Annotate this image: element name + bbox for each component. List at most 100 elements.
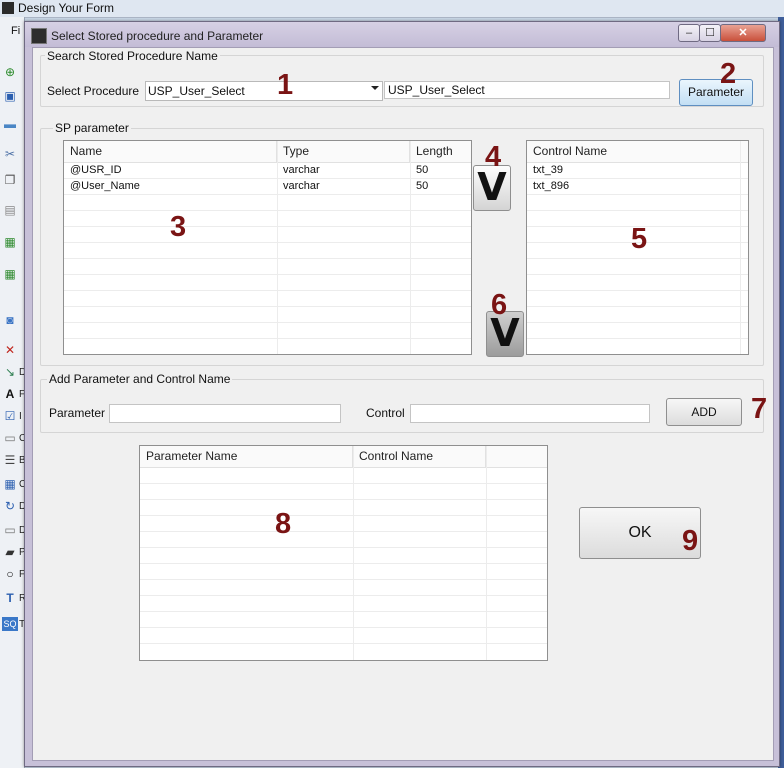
cut-icon[interactable]: ✂: [2, 147, 18, 161]
table-row: [527, 291, 748, 307]
add-button[interactable]: ADD: [666, 398, 742, 426]
table-row: [527, 259, 748, 275]
table-row: [140, 628, 547, 644]
param-type-cell: varchar: [283, 180, 320, 192]
table-row: [64, 275, 471, 291]
add-control-2-icon[interactable]: ▦: [2, 267, 18, 281]
table-row[interactable]: txt_39: [527, 163, 748, 179]
param-length-cell: 50: [416, 180, 429, 192]
column-header-parameter-name[interactable]: Parameter Name: [140, 446, 353, 467]
callout-number: 4: [485, 141, 502, 173]
column-header-type[interactable]: Type: [277, 141, 410, 162]
pointer-icon[interactable]: ↘: [2, 365, 18, 379]
procedure-combo[interactable]: USP_User_Select: [145, 81, 383, 101]
new-icon[interactable]: ⊕: [2, 65, 18, 79]
close-button[interactable]: ✕: [720, 24, 766, 42]
procedure-name-field[interactable]: USP_User_Select: [384, 81, 670, 99]
parameter-field-label: Parameter: [49, 406, 106, 420]
sp-parameter-label: SP parameter: [53, 121, 131, 135]
table-row: [140, 516, 547, 532]
callout-number: 8: [275, 508, 292, 540]
table-row: [140, 548, 547, 564]
param-name-cell: @User_Name: [70, 180, 140, 192]
select-procedure-label: Select Procedure: [47, 84, 140, 98]
control-name-cell: txt_896: [533, 180, 570, 192]
add-control-icon[interactable]: ▦: [2, 235, 18, 249]
column-header-name[interactable]: Name: [64, 141, 277, 162]
minimize-button[interactable]: ‒: [678, 24, 700, 42]
callout-number: 1: [277, 69, 294, 101]
app-icon: [2, 2, 14, 14]
callout-number: 6: [491, 289, 508, 321]
database-icon[interactable]: ◙: [2, 313, 18, 327]
chevron-down-icon[interactable]: [371, 86, 379, 90]
copy-icon[interactable]: ❐: [2, 173, 18, 187]
select-sp-dialog: Select Stored procedure and Parameter ‒ …: [24, 21, 780, 767]
delete-icon[interactable]: ✕: [2, 343, 18, 357]
sql-tool-icon[interactable]: SQ: [2, 617, 18, 631]
table-row: [140, 484, 547, 500]
callout-number: 3: [170, 211, 187, 243]
mapping-table[interactable]: Parameter Name Control Name: [139, 445, 548, 661]
table-row: [140, 596, 547, 612]
checkbox-tool-icon[interactable]: ☑: [2, 409, 18, 423]
search-group-label: Search Stored Procedure Name: [45, 49, 220, 63]
dialog-app-icon: [31, 28, 47, 44]
param-length-cell: 50: [416, 164, 429, 176]
parameter-button[interactable]: Parameter: [679, 79, 753, 106]
param-name-cell: @USR_ID: [70, 164, 122, 176]
callout-number: 7: [751, 393, 768, 425]
panel-tool-icon[interactable]: ▭: [2, 523, 18, 537]
table-row: [140, 500, 547, 516]
table-row: [64, 291, 471, 307]
dialog-title: Select Stored procedure and Parameter: [51, 29, 264, 43]
param-type-cell: varchar: [283, 164, 320, 176]
callout-number: 2: [720, 58, 737, 90]
table-row: [64, 323, 471, 339]
table-row[interactable]: txt_896: [527, 179, 748, 195]
control-field-label: Control: [366, 406, 405, 420]
params-table[interactable]: Name Type Length @USR_ID varchar 50 @Use…: [63, 140, 472, 355]
table-row: [64, 211, 471, 227]
table-row: [527, 307, 748, 323]
folder-icon[interactable]: ▬: [2, 117, 18, 131]
background-app-title: Design Your Form: [18, 1, 115, 15]
text-tool-icon[interactable]: T: [2, 591, 18, 605]
table-row: [64, 227, 471, 243]
procedure-combo-value: USP_User_Select: [148, 84, 245, 98]
table-row: [64, 243, 471, 259]
radio-tool-icon[interactable]: ○: [2, 567, 18, 581]
table-row[interactable]: @USR_ID varchar 50: [64, 163, 471, 179]
table-row: [527, 275, 748, 291]
parameter-input[interactable]: [109, 404, 341, 423]
control-input[interactable]: [410, 404, 650, 423]
combo-tool-icon[interactable]: ☰: [2, 453, 18, 467]
save-icon[interactable]: ▣: [2, 89, 18, 103]
table-row: [64, 259, 471, 275]
column-header-blank: [486, 446, 547, 467]
column-header-length[interactable]: Length: [410, 141, 471, 162]
column-header-control-name[interactable]: Control Name: [353, 446, 486, 467]
toolbox-panel: Fi ⊕ ▣ ▬ ✂ ❐ ▤ ▦ ▦ ◙ ✕ ↘ A ☑ ▭ ☰ ▦ ↻ ▭ ▰…: [0, 17, 26, 768]
maximize-button[interactable]: ☐: [699, 24, 721, 42]
table-row: [64, 307, 471, 323]
table-row: [140, 580, 547, 596]
control-name-cell: txt_39: [533, 164, 563, 176]
callout-number: 9: [682, 525, 699, 557]
controls-table-header: Control Name: [527, 141, 748, 163]
table-row: [64, 195, 471, 211]
table-row[interactable]: @User_Name varchar 50: [64, 179, 471, 195]
paste-icon[interactable]: ▤: [2, 203, 18, 217]
callout-number: 5: [631, 223, 648, 255]
add-group-label: Add Parameter and Control Name: [47, 372, 233, 386]
table-row: [140, 468, 547, 484]
table-row: [527, 195, 748, 211]
column-header-control-name[interactable]: Control Name: [527, 141, 748, 162]
refresh-tool-icon[interactable]: ↻: [2, 499, 18, 513]
button-tool-icon[interactable]: ▭: [2, 431, 18, 445]
picture-tool-icon[interactable]: ▰: [2, 545, 18, 559]
date-tool-icon[interactable]: ▦: [2, 477, 18, 491]
table-row: [140, 612, 547, 628]
label-tool-icon[interactable]: A: [2, 387, 18, 401]
menu-file-initial[interactable]: Fi: [11, 25, 20, 37]
